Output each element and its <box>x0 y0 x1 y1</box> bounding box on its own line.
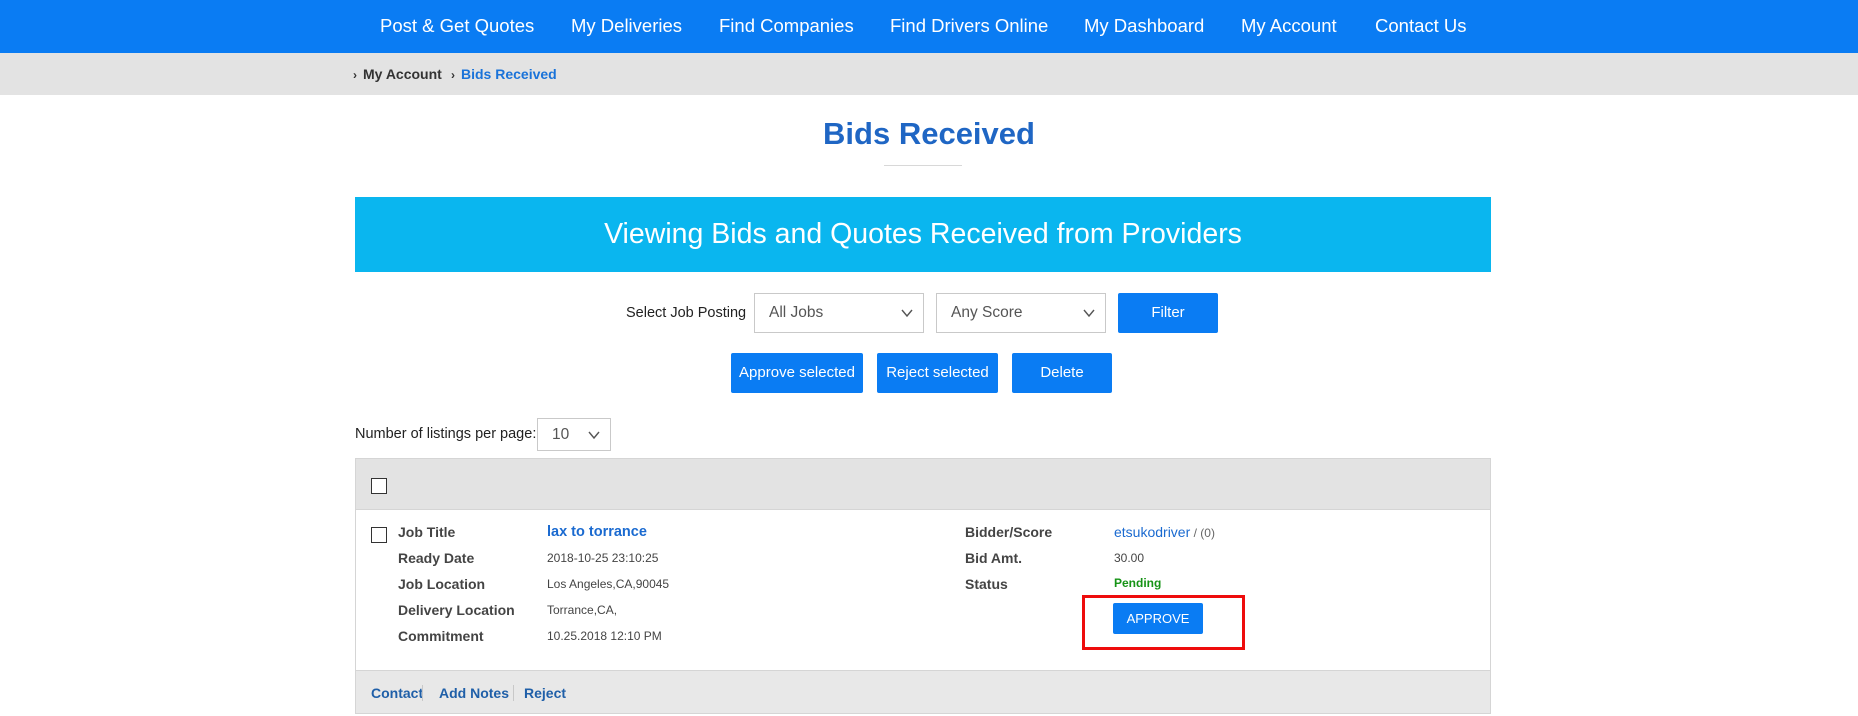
approve-button[interactable]: APPROVE <box>1113 603 1203 634</box>
bid-amount-value: 30.00 <box>1114 551 1145 565</box>
nav-find-drivers-online[interactable]: Find Drivers Online <box>890 0 1048 53</box>
ready-date-value: 2018-10-25 23:10:25 <box>547 551 659 565</box>
job-location-label: Job Location <box>398 576 486 592</box>
bid-amount-label: Bid Amt. <box>965 550 1023 566</box>
job-location-value: Los Angeles,CA,90045 <box>547 577 670 591</box>
breadcrumb-label: My Account <box>363 66 442 82</box>
add-notes-link[interactable]: Add Notes <box>439 685 509 701</box>
commitment-label: Commitment <box>398 628 484 644</box>
nav-post-get-quotes[interactable]: Post & Get Quotes <box>380 0 534 53</box>
delivery-location-value: Torrance,CA, <box>547 603 618 617</box>
select-all-checkbox[interactable] <box>371 478 387 494</box>
filter-button[interactable]: Filter <box>1118 293 1218 333</box>
nav-my-dashboard[interactable]: My Dashboard <box>1084 0 1204 53</box>
per-page-select-value: 10 <box>552 426 570 443</box>
divider <box>513 685 514 701</box>
chevron-right-icon: › <box>353 68 357 82</box>
bidder-link[interactable]: etsukodriver <box>1114 524 1190 540</box>
approve-selected-button[interactable]: Approve selected <box>731 353 863 393</box>
per-page-select[interactable]: 10 <box>537 418 611 451</box>
row-checkbox[interactable] <box>371 527 387 543</box>
job-posting-select-value: All Jobs <box>769 304 824 321</box>
breadcrumb: › My Account › Bids Received <box>0 53 1858 95</box>
chevron-down-icon <box>901 309 913 318</box>
job-posting-select[interactable]: All Jobs <box>754 293 924 333</box>
commitment-value: 10.25.2018 12:10 PM <box>547 629 662 643</box>
bidder-score: / (0) <box>1190 526 1215 540</box>
chevron-right-icon: › <box>451 68 455 82</box>
nav-find-companies[interactable]: Find Companies <box>719 0 854 53</box>
per-page-label: Number of listings per page: <box>355 426 537 442</box>
divider <box>422 685 423 701</box>
breadcrumb-item-my-account[interactable]: › My Account <box>353 53 442 95</box>
chevron-down-icon <box>1083 309 1095 318</box>
breadcrumb-item-bids-received[interactable]: › Bids Received <box>451 53 557 95</box>
title-divider <box>884 165 962 166</box>
delete-button[interactable]: Delete <box>1012 353 1112 393</box>
contact-link[interactable]: Contact <box>371 685 423 701</box>
top-nav: Post & Get Quotes My Deliveries Find Com… <box>0 0 1858 53</box>
table-row: Job Title Ready Date Job Location Delive… <box>355 510 1491 670</box>
score-select-value: Any Score <box>951 304 1023 321</box>
delivery-location-label: Delivery Location <box>398 602 515 618</box>
nav-my-account[interactable]: My Account <box>1241 0 1337 53</box>
page-title: Bids Received <box>823 116 1035 151</box>
job-title-label: Job Title <box>398 524 456 540</box>
ready-date-label: Ready Date <box>398 550 475 566</box>
job-posting-label: Select Job Posting <box>626 305 747 321</box>
nav-my-deliveries[interactable]: My Deliveries <box>571 0 682 53</box>
listing-footer: Contact Add Notes Reject <box>355 670 1491 714</box>
status-label: Status <box>965 576 1008 592</box>
listing-header <box>355 458 1491 510</box>
breadcrumb-label: Bids Received <box>461 66 557 82</box>
page-banner: Viewing Bids and Quotes Received from Pr… <box>355 197 1491 272</box>
status-badge: Pending <box>1114 576 1162 590</box>
bidder-score-label: Bidder/Score <box>965 524 1053 540</box>
job-title-link[interactable]: lax to torrance <box>547 524 647 540</box>
nav-contact-us[interactable]: Contact Us <box>1375 0 1467 53</box>
score-select[interactable]: Any Score <box>936 293 1106 333</box>
reject-selected-button[interactable]: Reject selected <box>877 353 998 393</box>
reject-link[interactable]: Reject <box>524 685 566 701</box>
chevron-down-icon <box>588 431 600 440</box>
